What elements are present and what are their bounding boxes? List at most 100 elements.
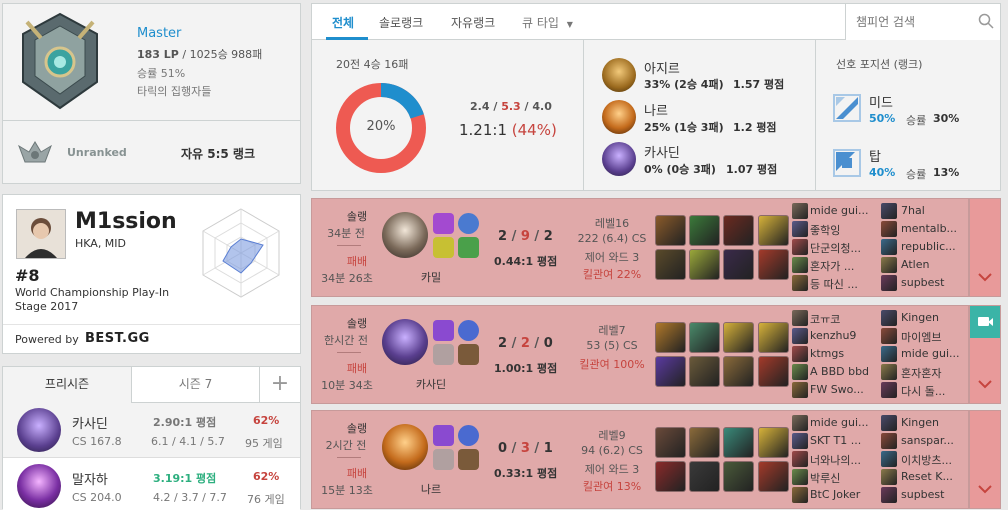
tab-flex[interactable]: 자유랭크 [451, 14, 495, 31]
player-name[interactable]: 혼자혼자 [901, 365, 965, 381]
tab-preseason[interactable]: 프리시즌 [3, 367, 132, 403]
expand-match-button[interactable] [969, 198, 1001, 297]
player-name[interactable]: 좋학잉 [810, 222, 886, 238]
item-icon [723, 427, 754, 458]
player-name[interactable]: mide gui... [810, 416, 886, 429]
player-name[interactable]: supbest [901, 276, 965, 289]
list-item[interactable]: 말자하 CS 204.0 3.19:1 평점 4.2 / 3.7 / 7.7 6… [3, 459, 300, 510]
chevron-down-icon: ▼ [566, 20, 573, 29]
player-name[interactable]: 7hal [901, 204, 965, 217]
player-name[interactable]: A BBD bbd [810, 365, 886, 378]
top-champ-name: 카사딘 [644, 146, 680, 161]
chevron-down-icon [978, 378, 992, 389]
add-season-button[interactable]: + [260, 367, 300, 403]
player-name[interactable]: SKT T1 ... [810, 434, 886, 447]
player-name[interactable]: 마이엠브 [901, 329, 965, 345]
assists: 0 [543, 336, 553, 351]
match-duration: 34분 26초 [321, 272, 373, 285]
player-name[interactable]: kenzhu9 [810, 329, 886, 342]
champ-winrate: 62% [253, 414, 280, 427]
kda-ratio-line: 1.21:1 (44%) [459, 121, 557, 139]
replay-button[interactable] [970, 306, 1000, 338]
player-name[interactable]: mide gui... [810, 204, 886, 217]
item-icon [655, 461, 686, 492]
expand-match-button[interactable] [969, 410, 1001, 509]
player-name[interactable]: republic... [901, 240, 965, 253]
player-name[interactable]: mentalb... [901, 222, 965, 235]
top-champ-stats: 25% (1승 3패) [644, 121, 724, 134]
kassadin-icon [602, 142, 636, 176]
ward-item-icon [758, 356, 789, 387]
player-champ-icon [881, 310, 897, 326]
match-row[interactable]: 솔랭 2시간 전 패배 15분 13초 나르 0 / 3 / 1 0.33:1 평점 레벨9… [311, 410, 969, 509]
player-champ-icon [881, 415, 897, 431]
player-name[interactable]: Kingen [901, 311, 965, 324]
player-name[interactable]: Atlen [901, 258, 965, 271]
tab-solo[interactable]: 솔로랭크 [379, 14, 423, 31]
match-row[interactable]: 솔랭 한시간 전 패배 10분 34초 카사딘 2 / 2 / 0 1.00:1 평점 레벨… [311, 305, 969, 404]
player-name[interactable]: 박루신 [810, 470, 886, 486]
match-type: 솔랭 [346, 210, 368, 223]
chevron-down-icon [978, 483, 992, 494]
rank-card: Master 183 LP / 1025승 988패 승률 51% 타릭의 집행… [2, 3, 301, 184]
match-type: 솔랭 [346, 317, 368, 330]
plus-icon: + [270, 371, 290, 396]
player-name[interactable]: sanspar... [901, 434, 965, 447]
player-name[interactable]: 단군의청... [810, 240, 886, 256]
tab-solo-label: 솔로랭크 [379, 16, 424, 30]
player-name[interactable]: Kingen [901, 416, 965, 429]
queue-type-dropdown[interactable]: 큐 타입 ▼ [522, 14, 573, 31]
match-kda-ratio: 1.00:1 평점 [494, 362, 558, 375]
player-name[interactable]: 혼자가 ... [810, 258, 886, 274]
rank-tier: Master [137, 26, 182, 41]
item-icon [655, 215, 686, 246]
player-name[interactable]: Reset K... [901, 470, 965, 483]
player-name[interactable]: FW Swo... [810, 383, 886, 396]
item-icon [689, 461, 720, 492]
tab-all-label: 전체 [332, 16, 355, 30]
search-input[interactable] [856, 12, 966, 32]
expand-match-button[interactable] [969, 305, 1001, 404]
champion-search[interactable] [845, 4, 1000, 40]
player-name[interactable]: 너와나의... [810, 452, 886, 468]
player-champ-icon [792, 382, 808, 398]
tab-preseason-label: 프리시즌 [44, 377, 90, 391]
summoner-spell-icon [433, 213, 454, 234]
match-row[interactable]: 솔랭 34분 전 패배 34분 26초 카밀 2 / 9 / 2 0.44:1 평점 레벨1… [311, 198, 969, 297]
list-item[interactable]: 카사딘 CS 167.8 2.90:1 평점 6.1 / 4.1 / 5.7 6… [3, 403, 300, 458]
ward-item-icon [758, 461, 789, 492]
match-level: 레벨9 [598, 429, 626, 442]
champ-name: 카사딘 [72, 417, 108, 432]
item-icon [655, 356, 686, 387]
player-champ-icon [792, 364, 808, 380]
item-icon [758, 322, 789, 353]
item-icon [758, 215, 789, 246]
champ-kda-detail: 6.1 / 4.1 / 5.7 [151, 435, 225, 448]
top-champ-kda: 1.57 평점 [733, 78, 785, 91]
item-icon [689, 356, 720, 387]
player-name[interactable]: 이치방츠... [901, 452, 965, 468]
player-name[interactable]: 다시 돌... [901, 383, 965, 399]
kassadin-icon [382, 319, 428, 365]
rune-icon [433, 344, 454, 365]
champ-games: 76 게임 [247, 493, 285, 506]
match-result: 패배 [346, 255, 368, 268]
kills: 0 [498, 441, 508, 456]
gnar-icon [382, 424, 428, 470]
player-name[interactable]: 등 따신 ... [810, 276, 886, 292]
player-name[interactable]: ktmgs [810, 347, 886, 360]
search-icon[interactable] [978, 13, 994, 29]
tab-season7[interactable]: 시즌 7 [132, 367, 260, 403]
match-kda-numbers: 2 / 2 / 0 [498, 336, 553, 351]
player-name[interactable]: BtC Joker [810, 488, 886, 501]
player-champ-icon [881, 239, 897, 255]
item-icon [689, 322, 720, 353]
player-name[interactable]: mide gui... [901, 347, 965, 360]
player-name[interactable]: supbest [901, 488, 965, 501]
player-name[interactable]: 코ㅠ코 [810, 311, 886, 327]
bestgg-logo[interactable]: BEST.GG [85, 331, 150, 346]
tab-all[interactable]: 전체 [332, 14, 354, 31]
rune-icon [433, 449, 454, 470]
match-kill-participation: 킬관여 13% [582, 480, 642, 493]
item-icon [689, 215, 720, 246]
